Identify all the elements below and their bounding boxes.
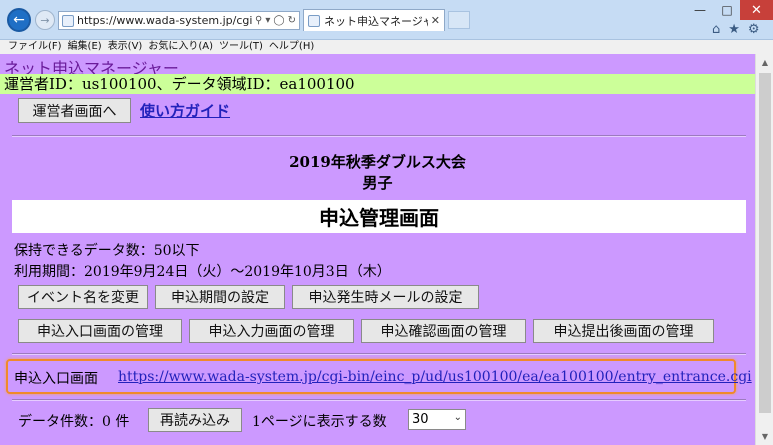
tab-title: ネット申込マネージャー 申込...: [324, 14, 428, 28]
refresh-icon[interactable]: ↻: [288, 15, 296, 26]
page-viewport: ネット申込マネージャー 運営者ID：us100100、データ領域ID：ea100…: [0, 54, 755, 445]
per-page-label: 1ページに表示する数: [252, 414, 387, 430]
minimize-icon: —: [694, 3, 706, 17]
menu-tools[interactable]: ツール(T): [219, 40, 269, 54]
menu-view[interactable]: 表示(V): [108, 40, 149, 54]
browser-tab[interactable]: ネット申込マネージャー 申込... ✕: [303, 9, 445, 31]
close-icon: ✕: [751, 2, 762, 18]
search-icon[interactable]: ⚲: [255, 15, 262, 26]
scroll-down-icon[interactable]: ▼: [756, 428, 773, 445]
usage-period: 利用期間：2019年9月24日（火）〜2019年10月3日（木）: [14, 264, 391, 280]
address-bar[interactable]: https://www.wada-system.jp/cgi-bin/einc_…: [58, 11, 300, 30]
event-category: 男子: [362, 174, 393, 192]
event-name: 2019年秋季ダブルス大会: [289, 153, 466, 171]
address-url: https://www.wada-system.jp/cgi-bin/einc_: [77, 14, 253, 27]
data-count: データ件数：0 件: [18, 414, 130, 430]
chevron-down-icon: ⌄: [453, 412, 462, 423]
settings-gear-icon[interactable]: ⚙: [748, 22, 760, 37]
per-page-value: 30: [412, 412, 429, 427]
confirm-screen-management-button[interactable]: 申込確認画面の管理: [361, 319, 526, 343]
entrance-screen-management-button[interactable]: 申込入口画面の管理: [18, 319, 182, 343]
usage-guide-link[interactable]: 使い方ガイド: [140, 100, 230, 121]
input-screen-management-button[interactable]: 申込入力画面の管理: [189, 319, 354, 343]
divider: [12, 135, 746, 137]
post-submit-screen-management-button[interactable]: 申込提出後画面の管理: [533, 319, 714, 343]
scroll-thumb[interactable]: [759, 73, 771, 413]
menu-file[interactable]: ファイル(F): [8, 40, 68, 54]
close-window-button[interactable]: ✕: [740, 0, 773, 20]
arrow-left-icon: ←: [13, 12, 25, 28]
per-page-select[interactable]: 30 ⌄: [408, 409, 466, 430]
entrance-label: 申込入口画面: [14, 371, 98, 387]
screen-title: 申込管理画面: [12, 200, 746, 233]
arrow-right-icon: →: [40, 13, 50, 27]
minimize-button[interactable]: —: [686, 0, 714, 20]
home-icon[interactable]: ⌂: [712, 22, 720, 37]
back-button[interactable]: ←: [7, 8, 31, 32]
reload-button[interactable]: 再読み込み: [148, 408, 242, 432]
operator-screen-button[interactable]: 運営者画面へ: [18, 98, 131, 123]
divider: [12, 399, 746, 401]
entry-period-settings-button[interactable]: 申込期間の設定: [155, 285, 285, 309]
vertical-scrollbar[interactable]: ▲ ▼: [755, 54, 773, 445]
dropdown-icon[interactable]: ▾: [265, 15, 270, 26]
tab-favicon-icon: [308, 14, 320, 27]
maximize-icon: □: [721, 3, 733, 17]
menu-bar: ファイル(F) 編集(E) 表示(V) お気に入り(A) ツール(T) ヘルプ(…: [0, 40, 773, 54]
entry-mail-settings-button[interactable]: 申込発生時メールの設定: [292, 285, 479, 309]
change-event-name-button[interactable]: イベント名を変更: [18, 285, 148, 309]
site-favicon-icon: [62, 14, 74, 27]
operator-info-bar: 運営者ID：us100100、データ領域ID：ea100100: [0, 74, 755, 94]
scroll-up-icon[interactable]: ▲: [756, 54, 773, 71]
new-tab-button[interactable]: [448, 11, 470, 29]
menu-edit[interactable]: 編集(E): [68, 40, 108, 54]
favorites-star-icon[interactable]: ★: [728, 22, 740, 37]
browser-toolbar: ← → https://www.wada-system.jp/cgi-bin/e…: [0, 0, 773, 40]
entrance-url-link[interactable]: https://www.wada-system.jp/cgi-bin/einc_…: [118, 369, 752, 385]
data-capacity: 保持できるデータ数：50以下: [14, 243, 200, 259]
divider: [12, 353, 746, 355]
maximize-button[interactable]: □: [714, 0, 740, 20]
forward-button[interactable]: →: [35, 10, 55, 30]
menu-help[interactable]: ヘルプ(H): [269, 40, 320, 54]
lock-icon[interactable]: ◯: [273, 15, 284, 26]
menu-favorites[interactable]: お気に入り(A): [148, 40, 219, 54]
tab-close-icon[interactable]: ✕: [431, 14, 440, 27]
